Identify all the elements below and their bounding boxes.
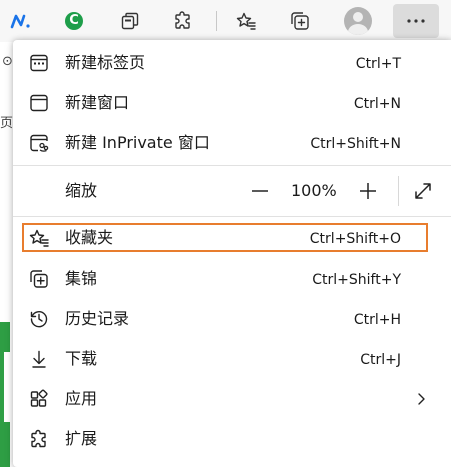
extensions-toolbar-button[interactable] [166,4,200,38]
menu-item-label: 新建窗口 [65,93,130,112]
zoom-label: 缩放 [65,181,98,200]
menu-item-shortcut: Ctrl+Shift+O [309,231,401,247]
menu-divider [13,216,451,217]
new-tab-icon [30,54,48,72]
background-green-block [0,322,10,467]
menu-item-label: 历史记录 [65,309,130,328]
zoom-value: 100% [291,181,337,200]
menu-item-label: 应用 [65,389,98,408]
menu-item-label: 收藏夹 [65,228,114,247]
menu-item-extensions[interactable]: 扩展 [13,419,451,459]
profile-avatar [344,7,372,35]
apps-icon [30,389,48,407]
settings-menu: 新建标签页 Ctrl+T 新建窗口 Ctrl+N 新建 InPrivate 窗口… [13,40,451,467]
menu-item-label: 集锦 [65,269,98,288]
menu-item-collections[interactable]: 集锦 Ctrl+Shift+Y [13,259,451,299]
zoom-in-button[interactable] [357,181,379,201]
menu-item-label: 扩展 [65,429,98,448]
tab-actions-button[interactable] [113,4,147,38]
more-button[interactable] [393,4,439,38]
menu-item-apps[interactable]: 应用 [13,379,451,419]
fullscreen-icon[interactable] [413,181,433,201]
new-window-icon [30,94,48,112]
menu-divider [13,165,451,166]
favorites-icon [29,229,49,247]
download-icon [32,350,46,368]
background-text-fragment: 页 [0,116,14,131]
chevron-right-icon [418,393,425,405]
background-text-fragment: ⊙ [2,54,13,69]
browser-toolbar: C [0,0,451,42]
extensions-icon [31,429,46,448]
menu-item-history[interactable]: 历史记录 Ctrl+H [13,299,451,339]
favorites-icon [236,12,256,30]
collections-icon [291,12,309,30]
more-icon [407,19,425,23]
menu-item-label: 新建 InPrivate 窗口 [65,133,210,152]
menu-item-label: 新建标签页 [65,53,146,72]
extension-c-icon: C [65,12,83,30]
collections-toolbar-button[interactable] [283,4,317,38]
menu-item-shortcut: Ctrl+H [353,312,401,328]
history-icon [30,310,48,328]
browser-window: C ⊙ 页 新建标签页 Ctrl+T 新建窗口 Ctrl+N 新建 InPriv… [0,0,451,467]
menu-item-new-window[interactable]: 新建窗口 Ctrl+N [13,83,451,123]
toolbar-divider [216,11,217,31]
menu-item-zoom: 缩放 100% [13,171,451,211]
menu-item-new-tab[interactable]: 新建标签页 Ctrl+T [13,43,451,83]
menu-item-downloads[interactable]: 下载 Ctrl+J [13,339,451,379]
extension-n-icon [10,14,30,29]
menu-item-shortcut: Ctrl+Shift+Y [312,272,401,288]
zoom-out-button[interactable] [249,181,271,201]
menu-item-new-inprivate-window[interactable]: 新建 InPrivate 窗口 Ctrl+Shift+N [13,123,451,163]
menu-item-favorites[interactable]: 收藏夹 Ctrl+Shift+O [13,218,451,258]
menu-item-shortcut: Ctrl+N [353,96,401,112]
collections-icon [30,270,48,288]
extension-c-button[interactable]: C [57,4,91,38]
tab-actions-icon [121,12,139,30]
menu-item-shortcut: Ctrl+J [360,352,401,368]
menu-item-label: 下载 [65,349,98,368]
profile-button[interactable] [341,4,375,38]
menu-item-shortcut: Ctrl+Shift+N [310,136,401,152]
zoom-divider [398,176,399,206]
inprivate-window-icon [30,134,49,152]
extension-n-button[interactable] [4,4,38,38]
favorites-toolbar-button[interactable] [229,4,263,38]
extensions-icon [175,11,190,29]
menu-item-shortcut: Ctrl+T [355,56,401,72]
